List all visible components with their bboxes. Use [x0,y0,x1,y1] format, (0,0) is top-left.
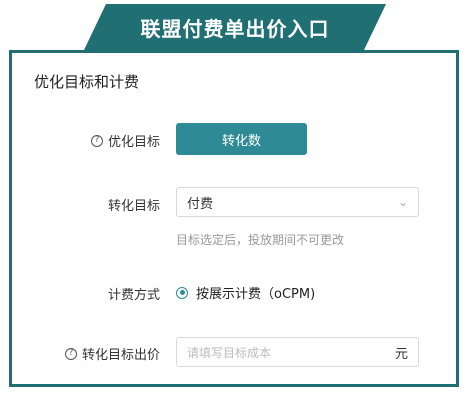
conversion-select-value: 付费 [187,196,214,212]
banner: 联盟付费单出价入口 [84,4,386,50]
currency-unit: 元 [394,346,408,362]
settings-card: 优化目标和计费 ? 优化目标 转化数 转化目标 付费 ⌄ 目标选定后，投放期间不… [9,50,459,387]
optimize-label-row: ? 优化目标 [90,131,160,150]
help-icon[interactable]: ? [90,134,103,147]
target-cost-placeholder: 请填写目标成本 [187,345,272,360]
billing-label: 计费方式 [107,288,160,303]
radio-checked-icon[interactable] [176,286,188,299]
billing-option-label: 按展示计费（oCPM) [196,287,316,302]
bid-label: 转化目标出价 [81,348,160,363]
billing-option-ocpm[interactable]: 按展示计费（oCPM) [176,283,315,302]
conversion-select[interactable]: 付费 ⌄ [176,187,419,217]
conversion-label: 转化目标 [107,199,160,214]
banner-title: 联盟付费单出价入口 [140,16,330,41]
help-icon[interactable]: ? [64,347,77,360]
optimize-label: 优化目标 [107,135,160,150]
conversion-count-button[interactable]: 转化数 [176,123,307,155]
chevron-down-icon: ⌄ [397,195,408,209]
bid-label-row: ? 转化目标出价 [64,344,160,363]
card-title: 优化目标和计费 [34,73,140,91]
conversion-hint: 目标选定后，投放期间不可更改 [176,233,345,247]
target-cost-input[interactable]: 请填写目标成本 元 [176,337,419,367]
